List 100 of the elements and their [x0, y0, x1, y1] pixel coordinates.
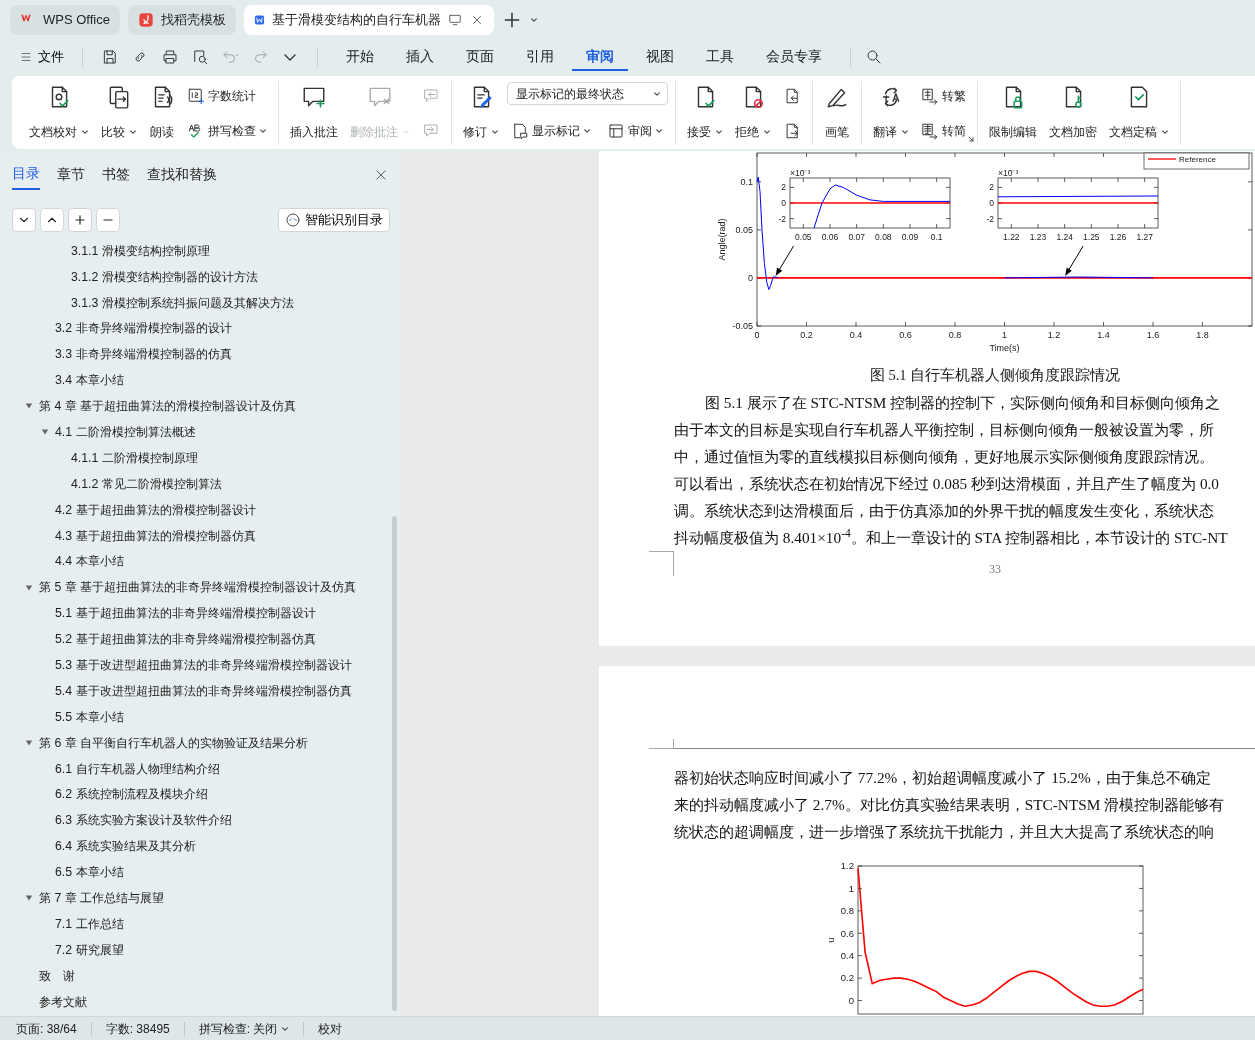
document-tab[interactable]: 找稻壳模板 [127, 5, 236, 35]
toc-item[interactable]: 7.2 研究展望 [0, 937, 400, 963]
toc-item[interactable]: 5.4 基于改进型超扭曲算法的非奇异终端滑模控制器仿真 [0, 678, 400, 705]
ribbon-button[interactable]: 文档加密 [1045, 81, 1101, 143]
ribbon-tab[interactable]: 视图 [632, 42, 688, 72]
toc-item[interactable]: 6.1 自行车机器人物理结构介绍 [0, 755, 400, 782]
tick-label: -2 [986, 213, 994, 224]
ribbon-button[interactable]: 朗读 [145, 81, 179, 143]
ribbon-button[interactable]: 审阅 [603, 117, 667, 144]
toc-item[interactable]: 6.3 系统实验方案设计及软件介绍 [0, 807, 400, 834]
document-tab[interactable]: WPS Office [10, 5, 120, 35]
tick-label: 0.6 [899, 330, 912, 340]
toc-item[interactable]: 6.4 系统实验结果及其分析 [0, 833, 400, 860]
ribbon-button[interactable]: 显示标记 [507, 117, 595, 144]
tick-label: 0 [781, 198, 786, 208]
tick-label: 1.25 [1083, 231, 1100, 242]
toc-item[interactable]: 7.1 工作总结 [0, 911, 400, 938]
ribbon-button[interactable]: 拼写检查 [183, 117, 271, 144]
toc-item[interactable]: 5.1 基于超扭曲算法的非奇异终端滑模控制器设计 [0, 600, 400, 627]
toc-item[interactable]: 参考文献 [0, 988, 400, 1015]
smart-toc-button[interactable]: 智能识别目录 [278, 208, 390, 232]
file-menu[interactable]: 文件 [16, 47, 68, 67]
tick-label: 0 [754, 330, 760, 340]
tick-label: 2 [781, 182, 786, 193]
ribbon-tab[interactable]: 引用 [512, 42, 568, 72]
tick-label: 1.2 [840, 860, 854, 872]
toc-item[interactable]: 5.2 基于超扭曲算法的非奇异终端滑模控制器仿真 [0, 626, 400, 653]
sidebar-tab[interactable]: 书签 [102, 159, 130, 189]
tick-label: 1.4 [1097, 330, 1110, 340]
toc-item[interactable]: 4.4 本章小结 [0, 548, 400, 575]
toc-item[interactable]: 3.1.3 滑模控制系统抖振问题及其解决方法 [0, 289, 400, 316]
tick-label: 0.06 [821, 231, 839, 242]
toc-item[interactable]: 4.2 基于超扭曲算法的滑模控制器设计 [0, 496, 400, 523]
ribbon-button[interactable]: 转简 [917, 117, 970, 144]
ribbon-button[interactable]: 限制编辑 [985, 81, 1041, 143]
page-number: 33 [989, 562, 1001, 576]
toc-item[interactable]: 6.5 本章小结 [0, 859, 400, 886]
toc-item[interactable]: 4.1.1 二阶滑模控制原理 [0, 445, 400, 471]
toc-item[interactable]: 致 谢 [0, 962, 400, 989]
toc-item[interactable]: 5.5 本章小结 [0, 704, 400, 730]
ribbon-tab[interactable]: 开始 [332, 42, 388, 72]
toc-item[interactable]: 6.2 系统控制流程及模块介绍 [0, 781, 400, 808]
ribbon-tab[interactable]: 页面 [452, 42, 508, 72]
tick-label: 1.8 [1196, 330, 1209, 340]
figure-caption: 图 5.1 自行车机器人侧倾角度跟踪情况 [868, 366, 1122, 385]
tick-label: 1.6 [1146, 330, 1160, 340]
ribbon-button[interactable]: 转繁 [917, 82, 970, 109]
sidebar-tab[interactable]: 章节 [57, 159, 85, 189]
sidebar-tab[interactable]: 查找和替换 [147, 159, 217, 189]
status-item[interactable]: 拼写检查: 关闭 [198, 1020, 290, 1038]
ribbon-button[interactable]: 字数统计 [183, 82, 260, 109]
status-item[interactable]: 校对 [318, 1020, 343, 1038]
document-tab[interactable]: 基于滑模变结构的自行车机器 [243, 5, 494, 35]
ribbon-button[interactable]: 比较 [97, 81, 141, 143]
ribbon-tab[interactable]: 会员专享 [752, 42, 836, 72]
toc-item[interactable]: 4.3 基于超扭曲算法的滑模控制器仿真 [0, 522, 400, 549]
ribbon-button[interactable]: 插入批注 [286, 81, 342, 143]
toc-item[interactable]: 第 7 章 工作总结与展望 [0, 885, 400, 912]
toc-item[interactable]: 第 5 章 基于超扭曲算法的非奇异终端滑模控制器设计及仿真 [0, 574, 400, 601]
tick-label: 0.05 [735, 225, 753, 236]
tick-label: 0.07 [848, 231, 865, 242]
tick-label: 0.1 [740, 177, 753, 187]
tick-label: 0.05 [795, 231, 812, 242]
ribbon-button[interactable]: 文档校对 [25, 81, 93, 143]
toc-item[interactable]: 3.2 非奇异终端滑模控制器的设计 [0, 315, 400, 342]
tick-label: 0.8 [948, 330, 962, 340]
toc-item[interactable]: 3.1.1 滑模变结构控制原理 [0, 238, 400, 264]
toc-item[interactable]: 第 4 章 基于超扭曲算法的滑模控制器设计及仿真 [0, 393, 400, 420]
ribbon-tab[interactable]: 插入 [392, 42, 448, 72]
axis-multiplier: ×10⁻³ [998, 168, 1019, 178]
ribbon-button[interactable]: 文档定稿 [1105, 81, 1173, 143]
toc-item[interactable]: 3.3 非奇异终端滑模控制器的仿真 [0, 341, 400, 368]
toc-item[interactable]: 3.4 本章小结 [0, 367, 400, 394]
tick-label: 0.1 [930, 231, 943, 242]
toc-item[interactable]: 4.1.2 常见二阶滑模控制算法 [0, 471, 400, 497]
tick-label: 2 [989, 182, 994, 193]
toc-item[interactable]: 4.1 二阶滑模控制算法概述 [0, 419, 400, 446]
tick-label: 1.24 [1056, 231, 1073, 242]
ribbon-button[interactable]: 修订 [459, 81, 503, 143]
axis-title: Time(s) [989, 343, 1020, 353]
tick-label: 1.27 [1136, 231, 1153, 242]
ribbon-tab[interactable]: 审阅 [572, 42, 628, 72]
tick-label: 1 [1002, 330, 1007, 340]
tick-label: 0.8 [840, 905, 854, 917]
markup-dropdown[interactable]: 显示标记的最终状态 [507, 82, 668, 105]
ribbon-button[interactable]: 画笔 [820, 81, 854, 143]
ribbon-button[interactable]: 拒绝 [731, 81, 775, 143]
toc-item[interactable]: 第 6 章 自平衡自行车机器人的实物验证及结果分析 [0, 729, 400, 756]
ribbon-button[interactable]: 接受 [683, 81, 727, 143]
tick-label: 0.2 [800, 330, 813, 340]
ribbon-tab[interactable]: 工具 [692, 42, 748, 72]
status-item[interactable]: 字数: 38495 [105, 1020, 170, 1038]
status-item[interactable]: 页面: 38/64 [16, 1020, 77, 1038]
tick-label: 1.23 [1029, 231, 1047, 242]
axis-title: Angle(rad) [717, 218, 727, 261]
ribbon-button[interactable]: 翻译 [869, 81, 913, 143]
toc-item[interactable]: 5.3 基于改进型超扭曲算法的非奇异终端滑模控制器设计 [0, 652, 400, 679]
toc-item[interactable]: 3.1.2 滑模变结构控制器的设计方法 [0, 263, 400, 290]
tick-label: 0 [748, 273, 753, 284]
sidebar-tab[interactable]: 目录 [12, 158, 40, 190]
